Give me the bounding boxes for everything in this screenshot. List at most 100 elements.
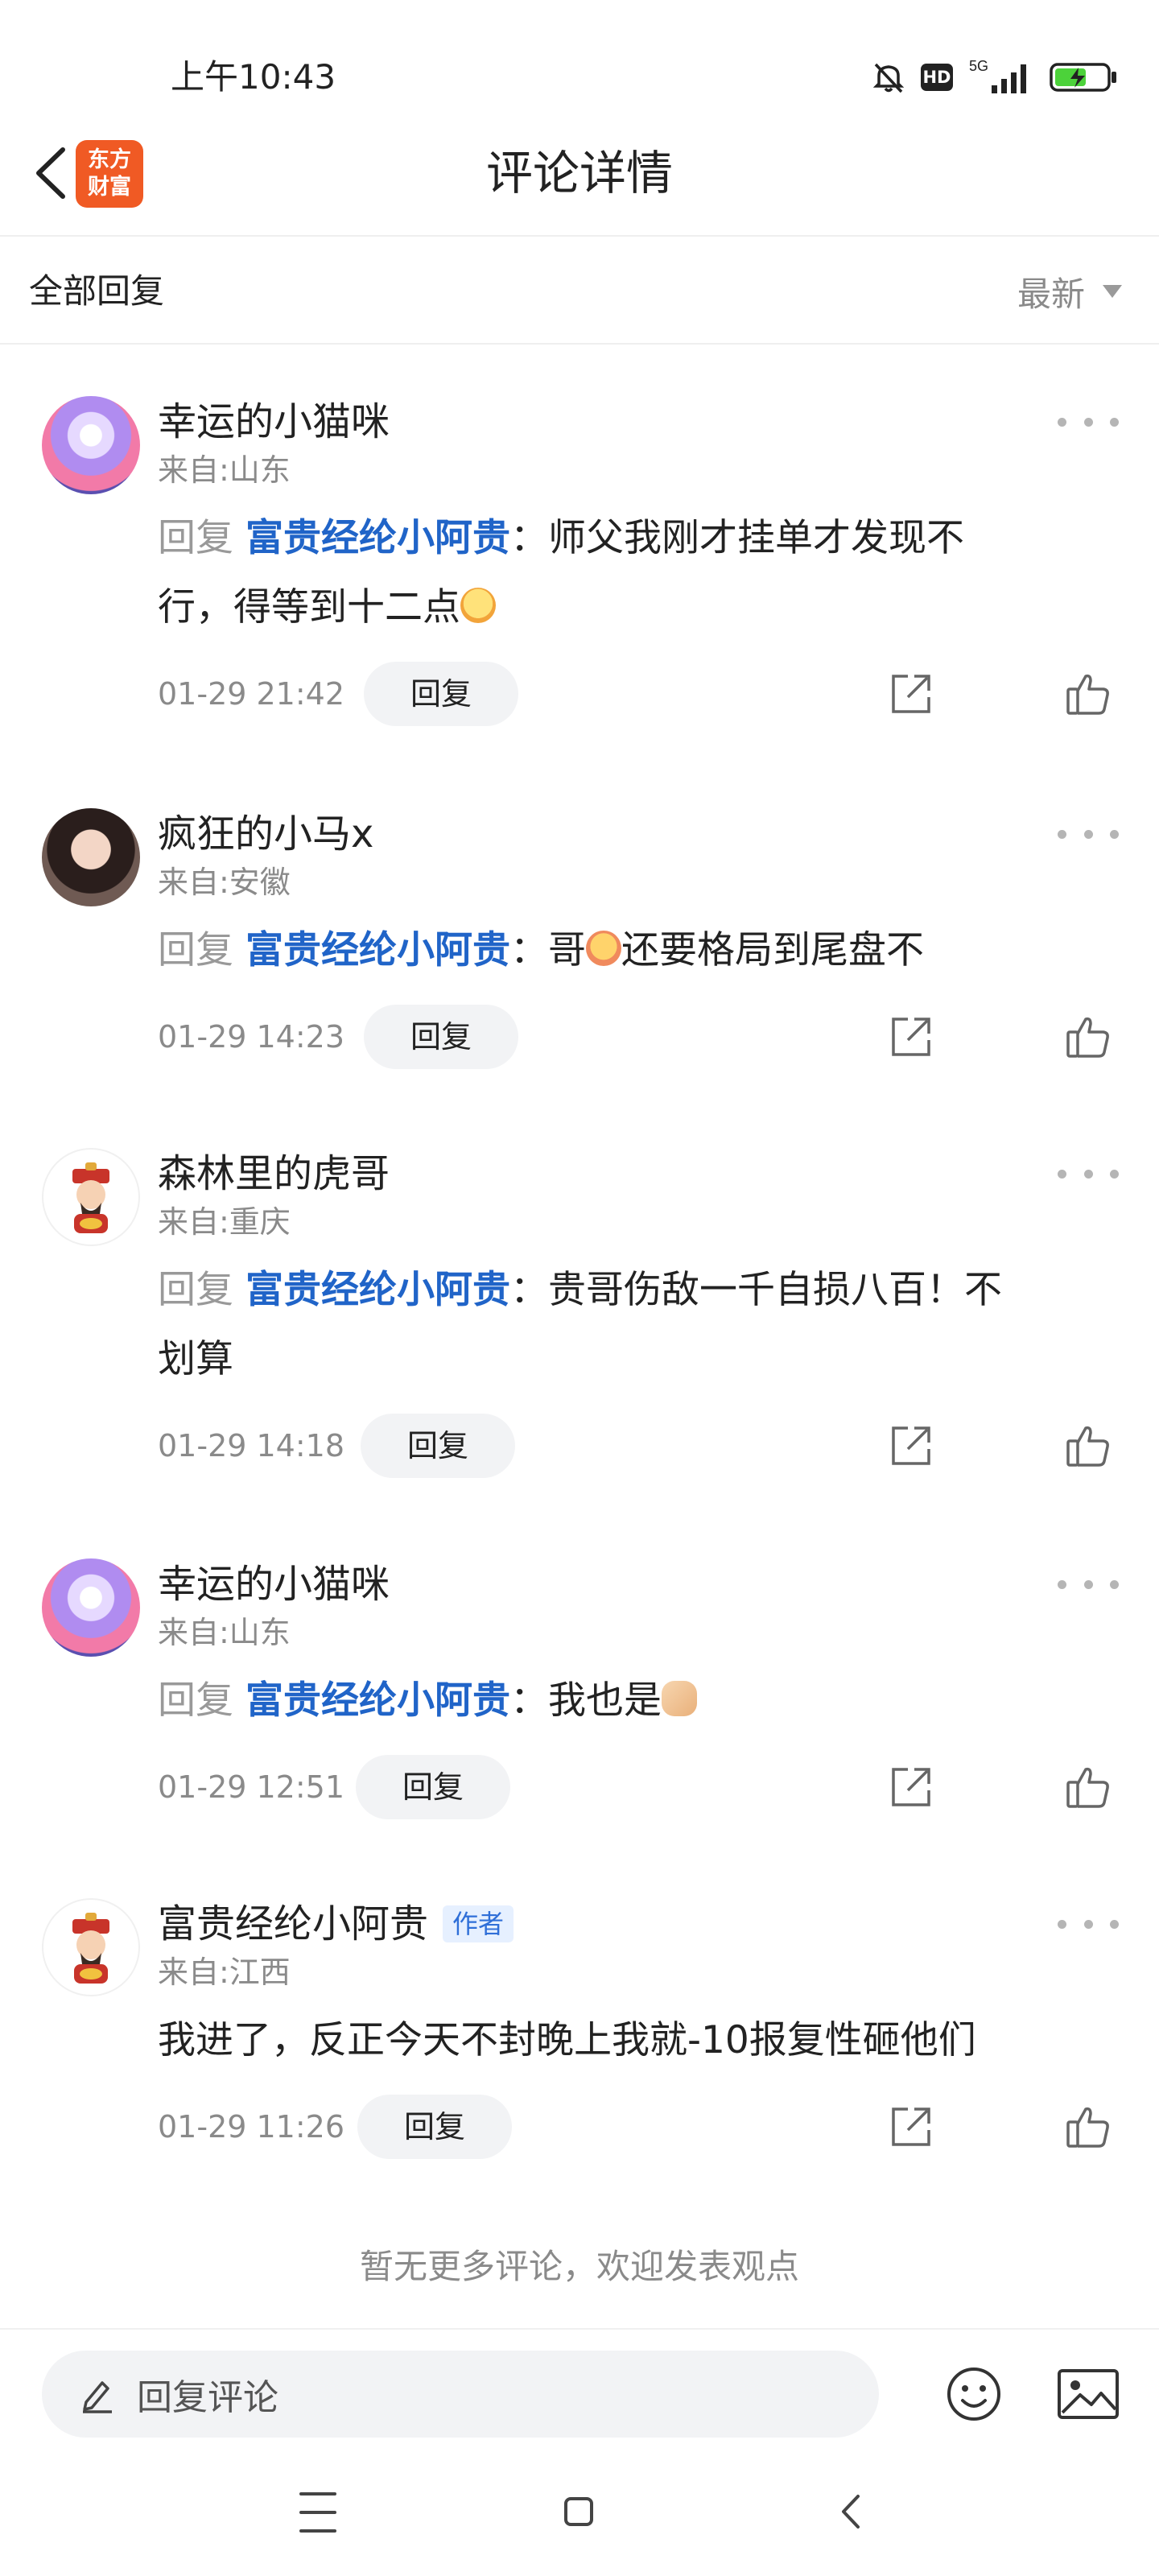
thumbs-up-icon xyxy=(1066,1017,1109,1058)
reply-prefix: 回复 xyxy=(158,1268,233,1312)
comment-location: 来自:安徽 xyxy=(158,865,291,900)
nav-back-button[interactable] xyxy=(834,2491,866,2533)
fortune-god-icon xyxy=(72,1162,109,1233)
share-icon xyxy=(892,675,930,713)
sort-label: 最新 xyxy=(1017,274,1085,314)
like-button[interactable] xyxy=(1062,1011,1114,1063)
avatar[interactable] xyxy=(42,1148,140,1246)
comment-time: 01-29 14:23 xyxy=(158,1019,345,1055)
grinning-face-emoji-icon xyxy=(460,588,496,623)
signal-icon: 5G xyxy=(969,58,1026,93)
share-button[interactable] xyxy=(885,2101,937,2153)
comment-location: 来自:山东 xyxy=(158,452,291,488)
status-icons: HD 5G xyxy=(871,53,1119,101)
dot-icon xyxy=(1058,1919,1066,1929)
reply-input-placeholder: 回复评论 xyxy=(137,2377,278,2418)
avatar[interactable] xyxy=(42,396,140,494)
username-text: 幸运的小猫咪 xyxy=(158,399,390,444)
like-button[interactable] xyxy=(1062,1761,1114,1813)
avatar[interactable] xyxy=(42,1558,140,1657)
share-button[interactable] xyxy=(885,1420,937,1472)
reply-prefix: 回复 xyxy=(158,1678,233,1723)
menu-line-icon xyxy=(299,2511,336,2514)
nav-recents-button[interactable] xyxy=(299,2492,336,2533)
comment-location: 来自:山东 xyxy=(158,1615,291,1650)
share-button[interactable] xyxy=(885,668,937,720)
nav-home-button[interactable] xyxy=(564,2497,593,2526)
status-time: 上午10:43 xyxy=(171,57,336,97)
comment-username[interactable]: 森林里的虎哥 xyxy=(158,1148,390,1199)
dot-icon xyxy=(1110,1919,1119,1929)
reply-button[interactable]: 回复 xyxy=(361,1414,515,1478)
emoji-button[interactable] xyxy=(943,2363,1004,2425)
share-button[interactable] xyxy=(885,1011,937,1063)
more-options-button[interactable] xyxy=(1058,819,1119,848)
more-options-button[interactable] xyxy=(1058,407,1119,436)
section-divider xyxy=(0,343,1159,345)
comment-text-after-emoji: 还要格局到尾盘不 xyxy=(621,928,924,972)
reply-button[interactable]: 回复 xyxy=(357,2095,512,2159)
avatar[interactable] xyxy=(42,1898,140,1996)
dot-icon xyxy=(1058,417,1066,427)
dot-icon xyxy=(1110,1579,1119,1589)
reply-target-link[interactable]: 富贵经纶小阿贵 xyxy=(245,1678,510,1723)
dot-icon xyxy=(1110,829,1119,839)
thumbs-up-icon xyxy=(1066,1767,1109,1808)
like-button[interactable] xyxy=(1062,2101,1114,2153)
comment-username[interactable]: 富贵经纶小阿贵 作者 xyxy=(158,1898,514,1950)
comment-text-line1: ：师父我刚才挂单才发现不 xyxy=(509,516,964,560)
smiley-icon xyxy=(947,2368,1000,2421)
dot-icon xyxy=(1110,1169,1119,1179)
comment-username[interactable]: 幸运的小猫咪 xyxy=(158,396,390,448)
reply-comment-input[interactable]: 回复评论 xyxy=(42,2351,879,2438)
comment-text: 我进了，反正今天不封晚上我就-10报复性砸他们 xyxy=(158,2006,1091,2075)
svg-text:5G: 5G xyxy=(969,58,988,74)
username-text: 疯狂的小马x xyxy=(158,811,374,857)
comment-text-line1: 我进了，反正今天不封晚上我就-10报复性砸他们 xyxy=(158,2018,976,2062)
username-text: 富贵经纶小阿贵 xyxy=(158,1901,429,1946)
share-button[interactable] xyxy=(885,1761,937,1813)
comment-location: 来自:江西 xyxy=(158,1955,291,1990)
comment-time: 01-29 14:18 xyxy=(158,1428,345,1463)
dot-icon xyxy=(1058,1579,1066,1589)
comment-time: 01-29 11:26 xyxy=(158,2109,345,2145)
fortune-god-icon xyxy=(72,1913,109,1984)
share-icon xyxy=(892,1018,930,1056)
reply-target-link[interactable]: 富贵经纶小阿贵 xyxy=(245,928,510,972)
menu-line-icon xyxy=(299,2492,336,2496)
reply-target-link[interactable]: 富贵经纶小阿贵 xyxy=(245,1268,510,1312)
reply-button[interactable]: 回复 xyxy=(356,1755,510,1819)
pleading-face-emoji-icon xyxy=(585,931,621,966)
sort-dropdown[interactable]: 最新 xyxy=(1017,266,1122,317)
more-options-button[interactable] xyxy=(1058,1570,1119,1599)
reply-button[interactable]: 回复 xyxy=(364,662,518,726)
dot-icon xyxy=(1058,1169,1066,1179)
reply-button[interactable]: 回复 xyxy=(364,1005,518,1069)
username-text: 幸运的小猫咪 xyxy=(158,1562,390,1607)
more-options-button[interactable] xyxy=(1058,1909,1119,1938)
insert-image-button[interactable] xyxy=(1054,2363,1122,2425)
caret-down-icon xyxy=(1103,285,1122,298)
header-divider xyxy=(0,235,1159,237)
username-text: 森林里的虎哥 xyxy=(158,1151,390,1196)
comment-username[interactable]: 疯狂的小马x xyxy=(158,808,373,860)
menu-line-icon xyxy=(299,2529,336,2533)
like-button[interactable] xyxy=(1062,1420,1114,1472)
dot-icon xyxy=(1083,1579,1093,1589)
comment-username[interactable]: 幸运的小猫咪 xyxy=(158,1558,390,1610)
comment-text: 回复 富贵经纶小阿贵：贵哥伤敌一千自损八百！不 划算 xyxy=(158,1256,1091,1394)
reply-target-link[interactable]: 富贵经纶小阿贵 xyxy=(245,516,510,560)
avatar[interactable] xyxy=(42,808,140,906)
share-icon xyxy=(892,2107,930,2146)
thumbs-up-icon xyxy=(1066,674,1109,715)
more-options-button[interactable] xyxy=(1058,1159,1119,1188)
like-button[interactable] xyxy=(1062,668,1114,720)
comment-text: 回复 富贵经纶小阿贵：师父我刚才挂单才发现不 行，得等到十二点 xyxy=(158,504,1091,642)
comment-text-line1: ：我也是 xyxy=(509,1678,662,1723)
dot-icon xyxy=(1083,1919,1093,1929)
hd-badge: HD xyxy=(921,64,953,91)
bottom-bar-divider xyxy=(0,2328,1159,2330)
comment-text: 回复 富贵经纶小阿贵：哥 还要格局到尾盘不 xyxy=(158,916,1091,985)
comment-location: 来自:重庆 xyxy=(158,1204,291,1240)
no-more-comments-text: 暂无更多评论，欢迎发表观点 xyxy=(359,2247,799,2286)
